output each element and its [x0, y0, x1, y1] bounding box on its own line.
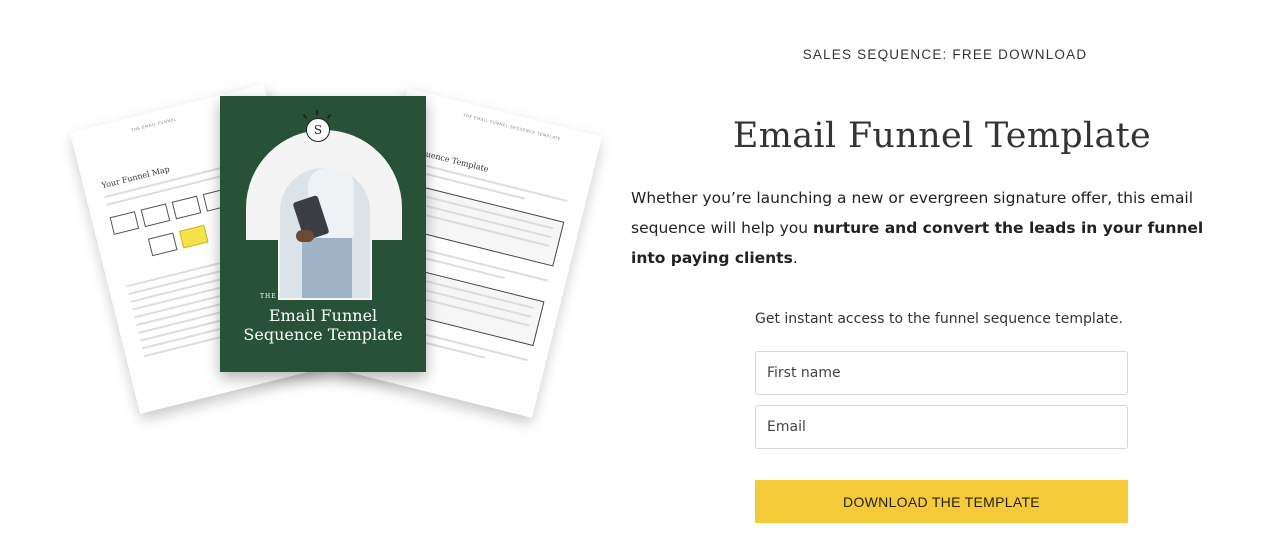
email-input[interactable]: [755, 405, 1128, 449]
cover-title-line1: Email Funnel: [268, 306, 378, 325]
page-header-text: THE EMAIL FUNNEL SEQUENCE TEMPLATE: [462, 112, 562, 142]
first-name-input[interactable]: [755, 351, 1128, 395]
product-mockup: THE EMAIL FUNNEL Your Funnel Map THE EMA…: [69, 80, 603, 440]
cover-title: Email Funnel Sequence Template: [220, 306, 426, 344]
description: Whether you’re launching a new or evergr…: [631, 183, 1231, 273]
page-title: Email Funnel Template: [732, 116, 1152, 157]
brand-logo-icon: S: [306, 118, 330, 142]
cover-photo: [278, 166, 372, 300]
ebook-cover: S THE Email Funnel Sequence Template: [220, 96, 426, 372]
signup-form: Get instant access to the funnel sequenc…: [755, 311, 1128, 523]
form-intro: Get instant access to the funnel sequenc…: [755, 311, 1123, 327]
download-template-button[interactable]: DOWNLOAD THE TEMPLATE: [755, 480, 1128, 523]
cover-small-text: THE: [260, 293, 277, 300]
description-end: .: [792, 248, 798, 267]
eyebrow-label: SALES SEQUENCE: FREE DOWNLOAD: [802, 47, 1088, 62]
cover-title-line2: Sequence Template: [243, 325, 403, 344]
